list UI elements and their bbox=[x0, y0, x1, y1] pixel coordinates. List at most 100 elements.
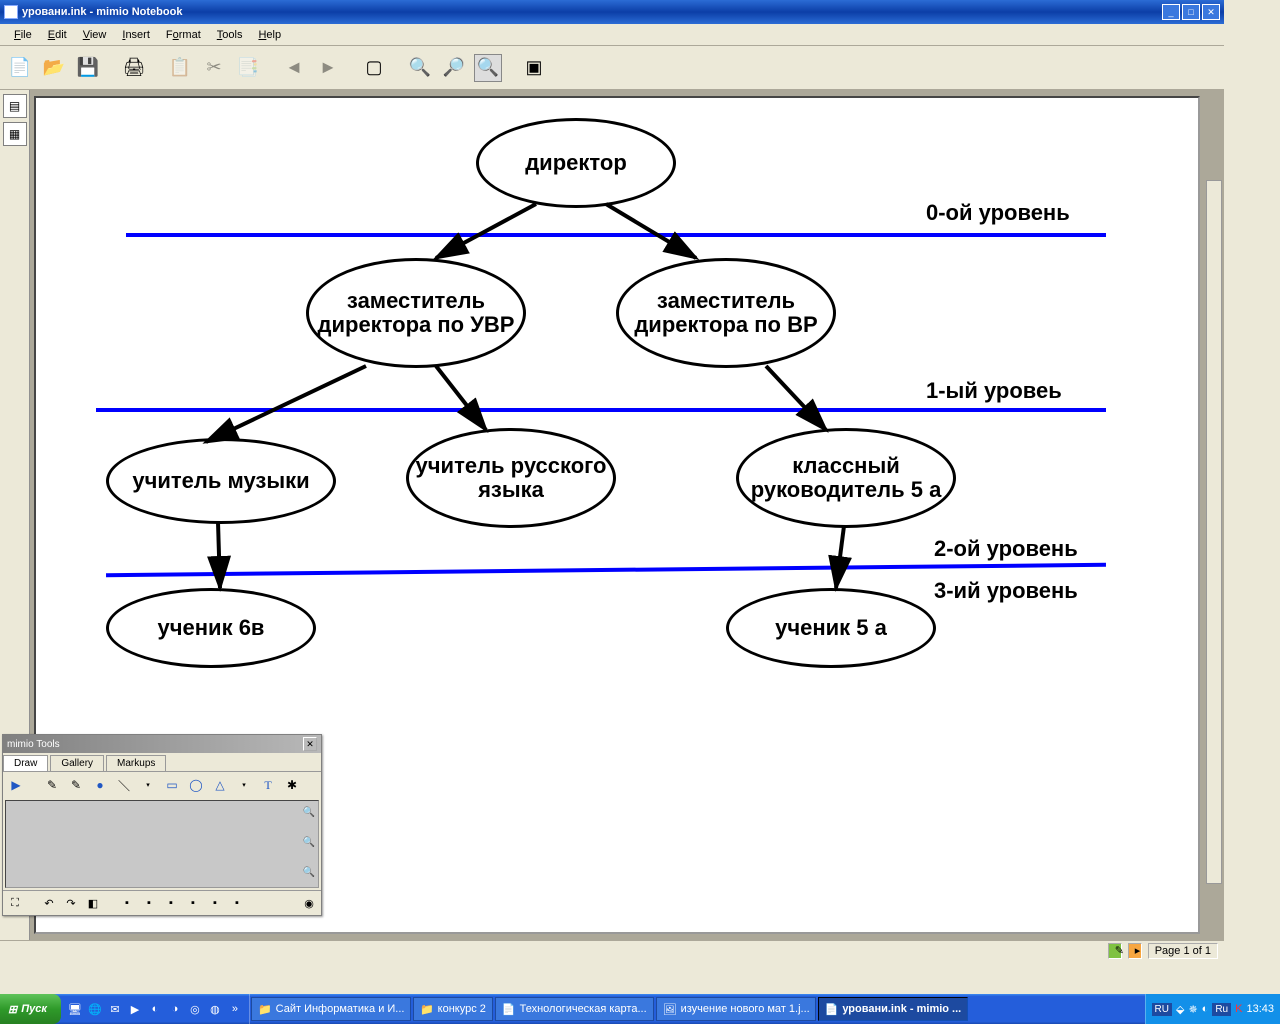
ql-ie-icon[interactable]: 🌐 bbox=[87, 1001, 103, 1017]
undo-icon[interactable]: ↶ bbox=[40, 894, 58, 912]
mimio-tools-close-icon[interactable]: ✕ bbox=[303, 737, 317, 751]
rect-tool-icon[interactable]: ▭ bbox=[163, 776, 181, 794]
save-button[interactable]: 💾 bbox=[74, 54, 102, 82]
eraser-icon[interactable]: ◧ bbox=[84, 894, 102, 912]
node-student6v[interactable]: ученик 6в bbox=[106, 588, 316, 668]
tray-icon-1[interactable]: ⬙ bbox=[1176, 1003, 1184, 1016]
mimio-tools-titlebar[interactable]: mimio Tools ✕ bbox=[3, 735, 321, 753]
ql-mail-icon[interactable]: ✉ bbox=[107, 1001, 123, 1017]
menu-format[interactable]: Format bbox=[158, 27, 209, 43]
menu-tools[interactable]: Tools bbox=[209, 27, 251, 43]
pointer-tool-icon[interactable]: ▶ bbox=[7, 776, 25, 794]
pen-tool-icon[interactable]: ✎ bbox=[43, 776, 61, 794]
dot-tool-icon[interactable]: ● bbox=[91, 776, 109, 794]
sidebar-thumbs-icon[interactable]: ▤ bbox=[3, 94, 27, 118]
menu-insert[interactable]: Insert bbox=[114, 27, 158, 43]
ql-app3-icon[interactable]: ◎ bbox=[187, 1001, 203, 1017]
ql-media-icon[interactable]: ▶ bbox=[127, 1001, 143, 1017]
task-2[interactable]: 📁конкурс 2 bbox=[413, 997, 493, 1021]
color4-icon[interactable]: ▪ bbox=[184, 894, 202, 912]
task-4[interactable]: 🖼изучение нового мат 1.j... bbox=[656, 997, 816, 1021]
back-button[interactable]: ◄ bbox=[280, 54, 308, 82]
open-button[interactable]: 📂 bbox=[40, 54, 68, 82]
folder-icon: 📁 bbox=[258, 1003, 272, 1016]
task-1[interactable]: 📁Сайт Информатика и И... bbox=[251, 997, 411, 1021]
status-write-icon[interactable]: ✎ bbox=[1108, 943, 1122, 959]
sidebar-slides-icon[interactable]: ▦ bbox=[3, 122, 27, 146]
zoomfit-button[interactable]: 🔍 bbox=[474, 54, 502, 82]
color6-icon[interactable]: ▪ bbox=[228, 894, 246, 912]
node-deputy-uvr[interactable]: заместитель директора по УВР bbox=[306, 258, 526, 368]
zoomin-button[interactable]: 🔍 bbox=[406, 54, 434, 82]
tab-gallery[interactable]: Gallery bbox=[50, 755, 104, 771]
status-nav-icon[interactable]: ▸ bbox=[1128, 943, 1142, 959]
line-tool-icon[interactable]: ＼ bbox=[115, 776, 133, 794]
start-button[interactable]: ⊞Пуск bbox=[0, 994, 61, 1024]
dropdown-icon[interactable]: ▾ bbox=[235, 776, 253, 794]
ql-app2-icon[interactable]: ◑ bbox=[167, 1001, 183, 1017]
toolbar: 📄 📂 💾 🖨 📋 ✂ 📑 ◄ ► ▢ 🔍 🔎 🔍 ▣ bbox=[0, 46, 1224, 90]
task-3[interactable]: 📄Технологическая карта... bbox=[495, 997, 654, 1021]
cut-button[interactable]: ✂ bbox=[200, 54, 228, 82]
lang-indicator-2[interactable]: Ru bbox=[1212, 1003, 1231, 1016]
copy-button[interactable]: 📑 bbox=[234, 54, 262, 82]
mimio-canvas-pad[interactable]: 🔍 🔍 🔍 bbox=[5, 800, 319, 888]
paste-button[interactable]: 📋 bbox=[166, 54, 194, 82]
redo-icon[interactable]: ↷ bbox=[62, 894, 80, 912]
mimio-tools-panel: mimio Tools ✕ Draw Gallery Markups ▶ ✎ ✎… bbox=[2, 734, 322, 916]
triangle-tool-icon[interactable]: △ bbox=[211, 776, 229, 794]
menu-edit[interactable]: Edit bbox=[40, 27, 75, 43]
quick-launch: 🖥 🌐 ✉ ▶ ◐ ◑ ◎ ◍ » bbox=[61, 994, 250, 1024]
maximize-button[interactable]: □ bbox=[1182, 4, 1200, 20]
lang-indicator[interactable]: RU bbox=[1152, 1003, 1172, 1016]
vertical-scrollbar[interactable] bbox=[1206, 180, 1222, 884]
level2-label: 2-ой уровень bbox=[934, 536, 1078, 562]
color2-icon[interactable]: ▪ bbox=[140, 894, 158, 912]
spotlight-icon[interactable]: ◉ bbox=[300, 894, 318, 912]
close-button[interactable]: ✕ bbox=[1202, 4, 1220, 20]
minimize-button[interactable]: _ bbox=[1162, 4, 1180, 20]
newpage-button[interactable]: ▢ bbox=[360, 54, 388, 82]
pad-zoomout-icon[interactable]: 🔍 bbox=[302, 835, 316, 849]
tray-icon-2[interactable]: ✵ bbox=[1188, 1003, 1197, 1016]
fullscreen-icon[interactable]: ⛶ bbox=[6, 894, 24, 912]
level-line-0 bbox=[126, 233, 1106, 237]
ql-desktop-icon[interactable]: 🖥 bbox=[67, 1001, 83, 1017]
zoomout-button[interactable]: 🔎 bbox=[440, 54, 468, 82]
node-russian[interactable]: учитель русского языка bbox=[406, 428, 616, 528]
clock[interactable]: 13:43 bbox=[1246, 1003, 1274, 1015]
tray-icon-3[interactable]: ◐ bbox=[1202, 1003, 1209, 1015]
node-classroom[interactable]: классный руководитель 5 a bbox=[736, 428, 956, 528]
text-tool-icon[interactable]: T bbox=[259, 776, 277, 794]
ql-app4-icon[interactable]: ◍ bbox=[207, 1001, 223, 1017]
tab-markups[interactable]: Markups bbox=[106, 755, 166, 771]
menubar: File Edit View Insert Format Tools Help bbox=[0, 24, 1224, 46]
print-button[interactable]: 🖨 bbox=[120, 54, 148, 82]
color1-icon[interactable]: ▪ bbox=[118, 894, 136, 912]
ellipse-tool-icon[interactable]: ◯ bbox=[187, 776, 205, 794]
new-button[interactable]: 📄 bbox=[6, 54, 34, 82]
color5-icon[interactable]: ▪ bbox=[206, 894, 224, 912]
tray-av-icon[interactable]: K bbox=[1235, 1003, 1242, 1015]
tab-draw[interactable]: Draw bbox=[3, 755, 48, 771]
arrow-tool-icon[interactable]: ▾ bbox=[139, 776, 157, 794]
node-music[interactable]: учитель музыки bbox=[106, 438, 336, 524]
node-student5a[interactable]: ученик 5 a bbox=[726, 588, 936, 668]
ql-chev-icon[interactable]: » bbox=[227, 1001, 243, 1017]
node-deputy-vr[interactable]: заместитель директора по ВР bbox=[616, 258, 836, 368]
stamp-tool-icon[interactable]: ✱ bbox=[283, 776, 301, 794]
menu-view[interactable]: View bbox=[75, 27, 115, 43]
pad-zoomin-icon[interactable]: 🔍 bbox=[302, 805, 316, 819]
task-5[interactable]: 📄уровани.ink - mimio ... bbox=[818, 997, 969, 1021]
window-title: уровани.ink - mimio Notebook bbox=[22, 6, 1160, 18]
menu-help[interactable]: Help bbox=[250, 27, 289, 43]
ql-app1-icon[interactable]: ◐ bbox=[147, 1001, 163, 1017]
fullscreen-button[interactable]: ▣ bbox=[520, 54, 548, 82]
pad-zoomfit-icon[interactable]: 🔍 bbox=[302, 865, 316, 879]
color3-icon[interactable]: ▪ bbox=[162, 894, 180, 912]
forward-button[interactable]: ► bbox=[314, 54, 342, 82]
menu-file[interactable]: File bbox=[6, 27, 40, 43]
highlighter-tool-icon[interactable]: ✎ bbox=[67, 776, 85, 794]
node-director[interactable]: директор bbox=[476, 118, 676, 208]
folder-icon: 📁 bbox=[420, 1003, 434, 1016]
